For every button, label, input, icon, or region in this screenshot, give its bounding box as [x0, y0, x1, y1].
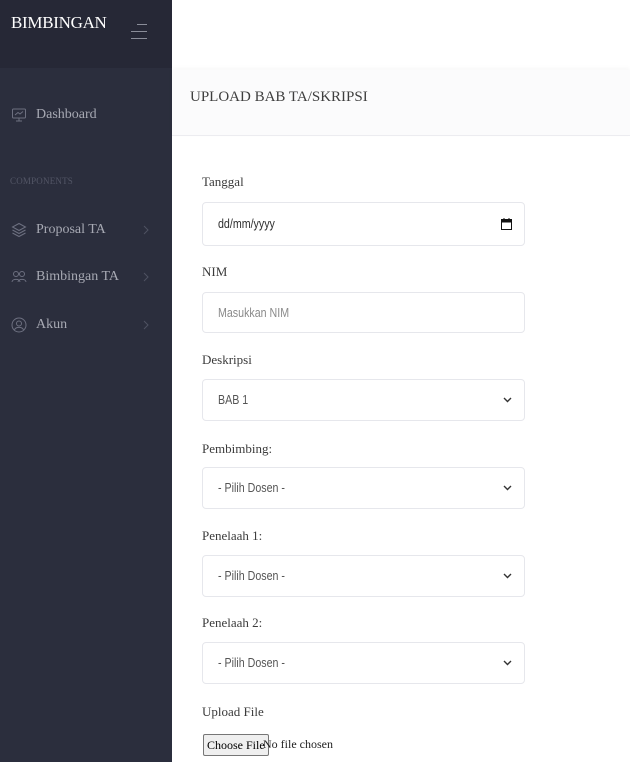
- file-status-text: No file chosen: [263, 737, 333, 751]
- sidebar-item-label: Bimbingan TA: [36, 269, 120, 284]
- tanggal-label: Tanggal: [202, 174, 244, 189]
- sidebar-item-bimbingan-ta[interactable]: Bimbingan TA: [11, 267, 119, 287]
- upload-file-label: Upload File: [202, 704, 264, 719]
- calendar-icon[interactable]: [501, 203, 512, 245]
- penelaah-1-label: Penelaah 1:: [202, 528, 263, 543]
- user-circle-icon: [11, 317, 27, 333]
- brand-title: BIMBINGAN: [11, 13, 107, 32]
- sidebar-item-akun[interactable]: Akun: [11, 315, 67, 335]
- choose-file-button[interactable]: Choose File: [203, 734, 269, 756]
- sidebar: BIMBINGAN Dashboard COMPONENTS Proposal …: [0, 0, 172, 762]
- users-icon: [11, 269, 27, 285]
- date-format-text: dd/mm/yyyy: [218, 216, 275, 231]
- chevron-right-icon: [142, 220, 150, 240]
- section-label: COMPONENTS: [10, 176, 74, 186]
- nim-placeholder: Masukkan NIM: [218, 305, 290, 320]
- chevron-down-icon: [503, 468, 512, 508]
- penelaah-1-select[interactable]: - Pilih Dosen -: [202, 555, 525, 597]
- penelaah-1-selected-value: - Pilih Dosen -: [218, 568, 285, 583]
- tanggal-date-input[interactable]: dd/mm/yyyy: [202, 202, 525, 246]
- sidebar-item-label: Dashboard: [36, 107, 97, 122]
- card-header: UPLOAD BAB TA/SKRIPSI: [172, 70, 630, 136]
- sidebar-item-proposal-ta[interactable]: Proposal TA: [11, 220, 106, 240]
- nim-input[interactable]: Masukkan NIM: [202, 292, 525, 333]
- pembimbing-selected-value: - Pilih Dosen -: [218, 480, 285, 495]
- deskripsi-selected-value: BAB 1: [218, 392, 249, 407]
- nim-label: NIM: [202, 264, 228, 279]
- chevron-right-icon: [142, 315, 150, 335]
- penelaah-2-select[interactable]: - Pilih Dosen -: [202, 642, 525, 684]
- brand-bar: BIMBINGAN: [0, 0, 172, 68]
- chevron-right-icon: [142, 267, 150, 287]
- layers-icon: [11, 222, 27, 238]
- penelaah-2-label: Penelaah 2:: [202, 615, 263, 630]
- menu-toggle-icon[interactable]: [131, 22, 147, 42]
- monitor-icon: [11, 107, 27, 123]
- pembimbing-label: Pembimbing:: [202, 441, 273, 456]
- page-title: UPLOAD BAB TA/SKRIPSI: [190, 89, 368, 105]
- chevron-down-icon: [503, 643, 512, 683]
- top-navbar: [172, 0, 630, 70]
- pembimbing-select[interactable]: - Pilih Dosen -: [202, 467, 525, 509]
- sidebar-item-dashboard[interactable]: Dashboard: [11, 105, 97, 125]
- deskripsi-select[interactable]: BAB 1: [202, 379, 525, 421]
- deskripsi-label: Deskripsi: [202, 352, 252, 367]
- penelaah-2-selected-value: - Pilih Dosen -: [218, 655, 285, 670]
- chevron-down-icon: [503, 380, 512, 420]
- chevron-down-icon: [503, 556, 512, 596]
- sidebar-item-label: Akun: [36, 317, 68, 332]
- sidebar-item-label: Proposal TA: [36, 222, 106, 237]
